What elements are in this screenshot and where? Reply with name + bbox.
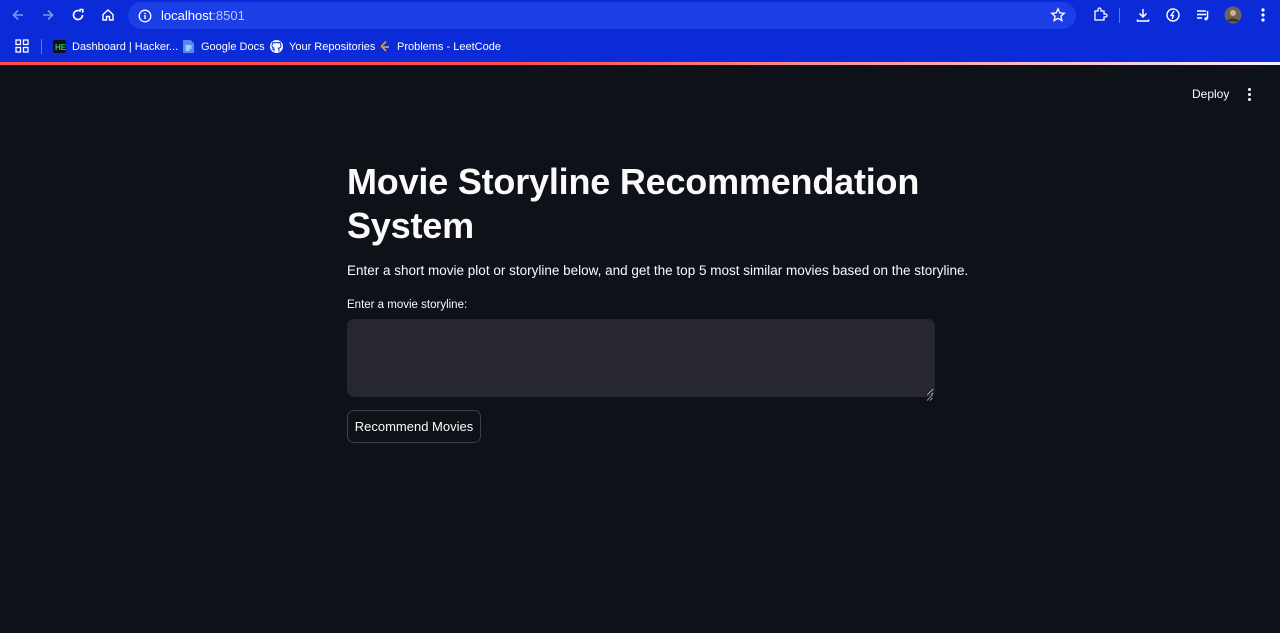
site-info-icon[interactable] [138,9,152,23]
bookmark-hackerrank[interactable]: HE Dashboard | Hacker... [53,38,178,55]
download-icon[interactable] [1134,6,1152,24]
bookmark-github[interactable]: Your Repositories [270,38,375,55]
main-menu-icon[interactable] [1242,85,1256,103]
bookmark-star-icon[interactable] [1050,7,1066,23]
main-content: Movie Storyline Recommendation System [347,160,935,248]
back-button[interactable] [3,0,33,30]
bookmarks-bar: HE Dashboard | Hacker... Google Docs You… [0,31,1280,62]
toolbar-divider [1119,8,1120,23]
home-icon [102,9,114,21]
streamlit-decoration-bar [0,62,1280,65]
page-title: Movie Storyline Recommendation System [347,161,920,246]
bookmark-google-docs[interactable]: Google Docs [182,38,265,55]
recommend-movies-button[interactable]: Recommend Movies [347,410,481,443]
media-queue-icon[interactable] [1194,6,1212,24]
bookmark-label: Problems - LeetCode [397,40,501,53]
bookmark-label: Dashboard | Hacker... [72,40,179,53]
arrow-left-icon [12,9,23,21]
address-bar[interactable]: localhost:8501 [128,2,1076,29]
hackerrank-icon: HE [53,40,66,53]
url-text: localhost:8501 [161,8,245,23]
bookmarks-divider [41,39,42,54]
reload-button[interactable] [63,0,93,30]
performance-icon[interactable] [1164,6,1182,24]
bookmark-leetcode[interactable]: Problems - LeetCode [378,38,501,55]
url-host: localhost [161,8,213,23]
extensions-icon[interactable] [1091,6,1109,24]
storyline-input-label: Enter a movie storyline: [347,299,468,311]
home-button[interactable] [93,0,123,30]
svg-text:HE: HE [55,43,66,52]
reload-icon [72,8,84,21]
deploy-button[interactable]: Deploy [1184,84,1237,104]
page-description: Enter a short movie plot or storyline be… [347,263,969,278]
leetcode-icon [378,40,391,53]
bookmark-label: Your Repositories [289,40,376,53]
resize-grip-icon[interactable] [926,388,933,401]
browser-toolbar: localhost:8501 [0,0,1280,31]
browser-menu-icon[interactable] [1254,6,1272,24]
forward-button[interactable] [33,0,63,30]
storyline-input[interactable] [347,319,935,397]
bookmark-label: Google Docs [201,40,265,53]
url-port: :8501 [212,8,245,23]
github-icon [270,40,283,53]
apps-grid-icon[interactable] [14,38,30,54]
arrow-right-icon [43,9,54,21]
profile-avatar[interactable] [1224,6,1242,24]
google-docs-icon [182,40,195,53]
